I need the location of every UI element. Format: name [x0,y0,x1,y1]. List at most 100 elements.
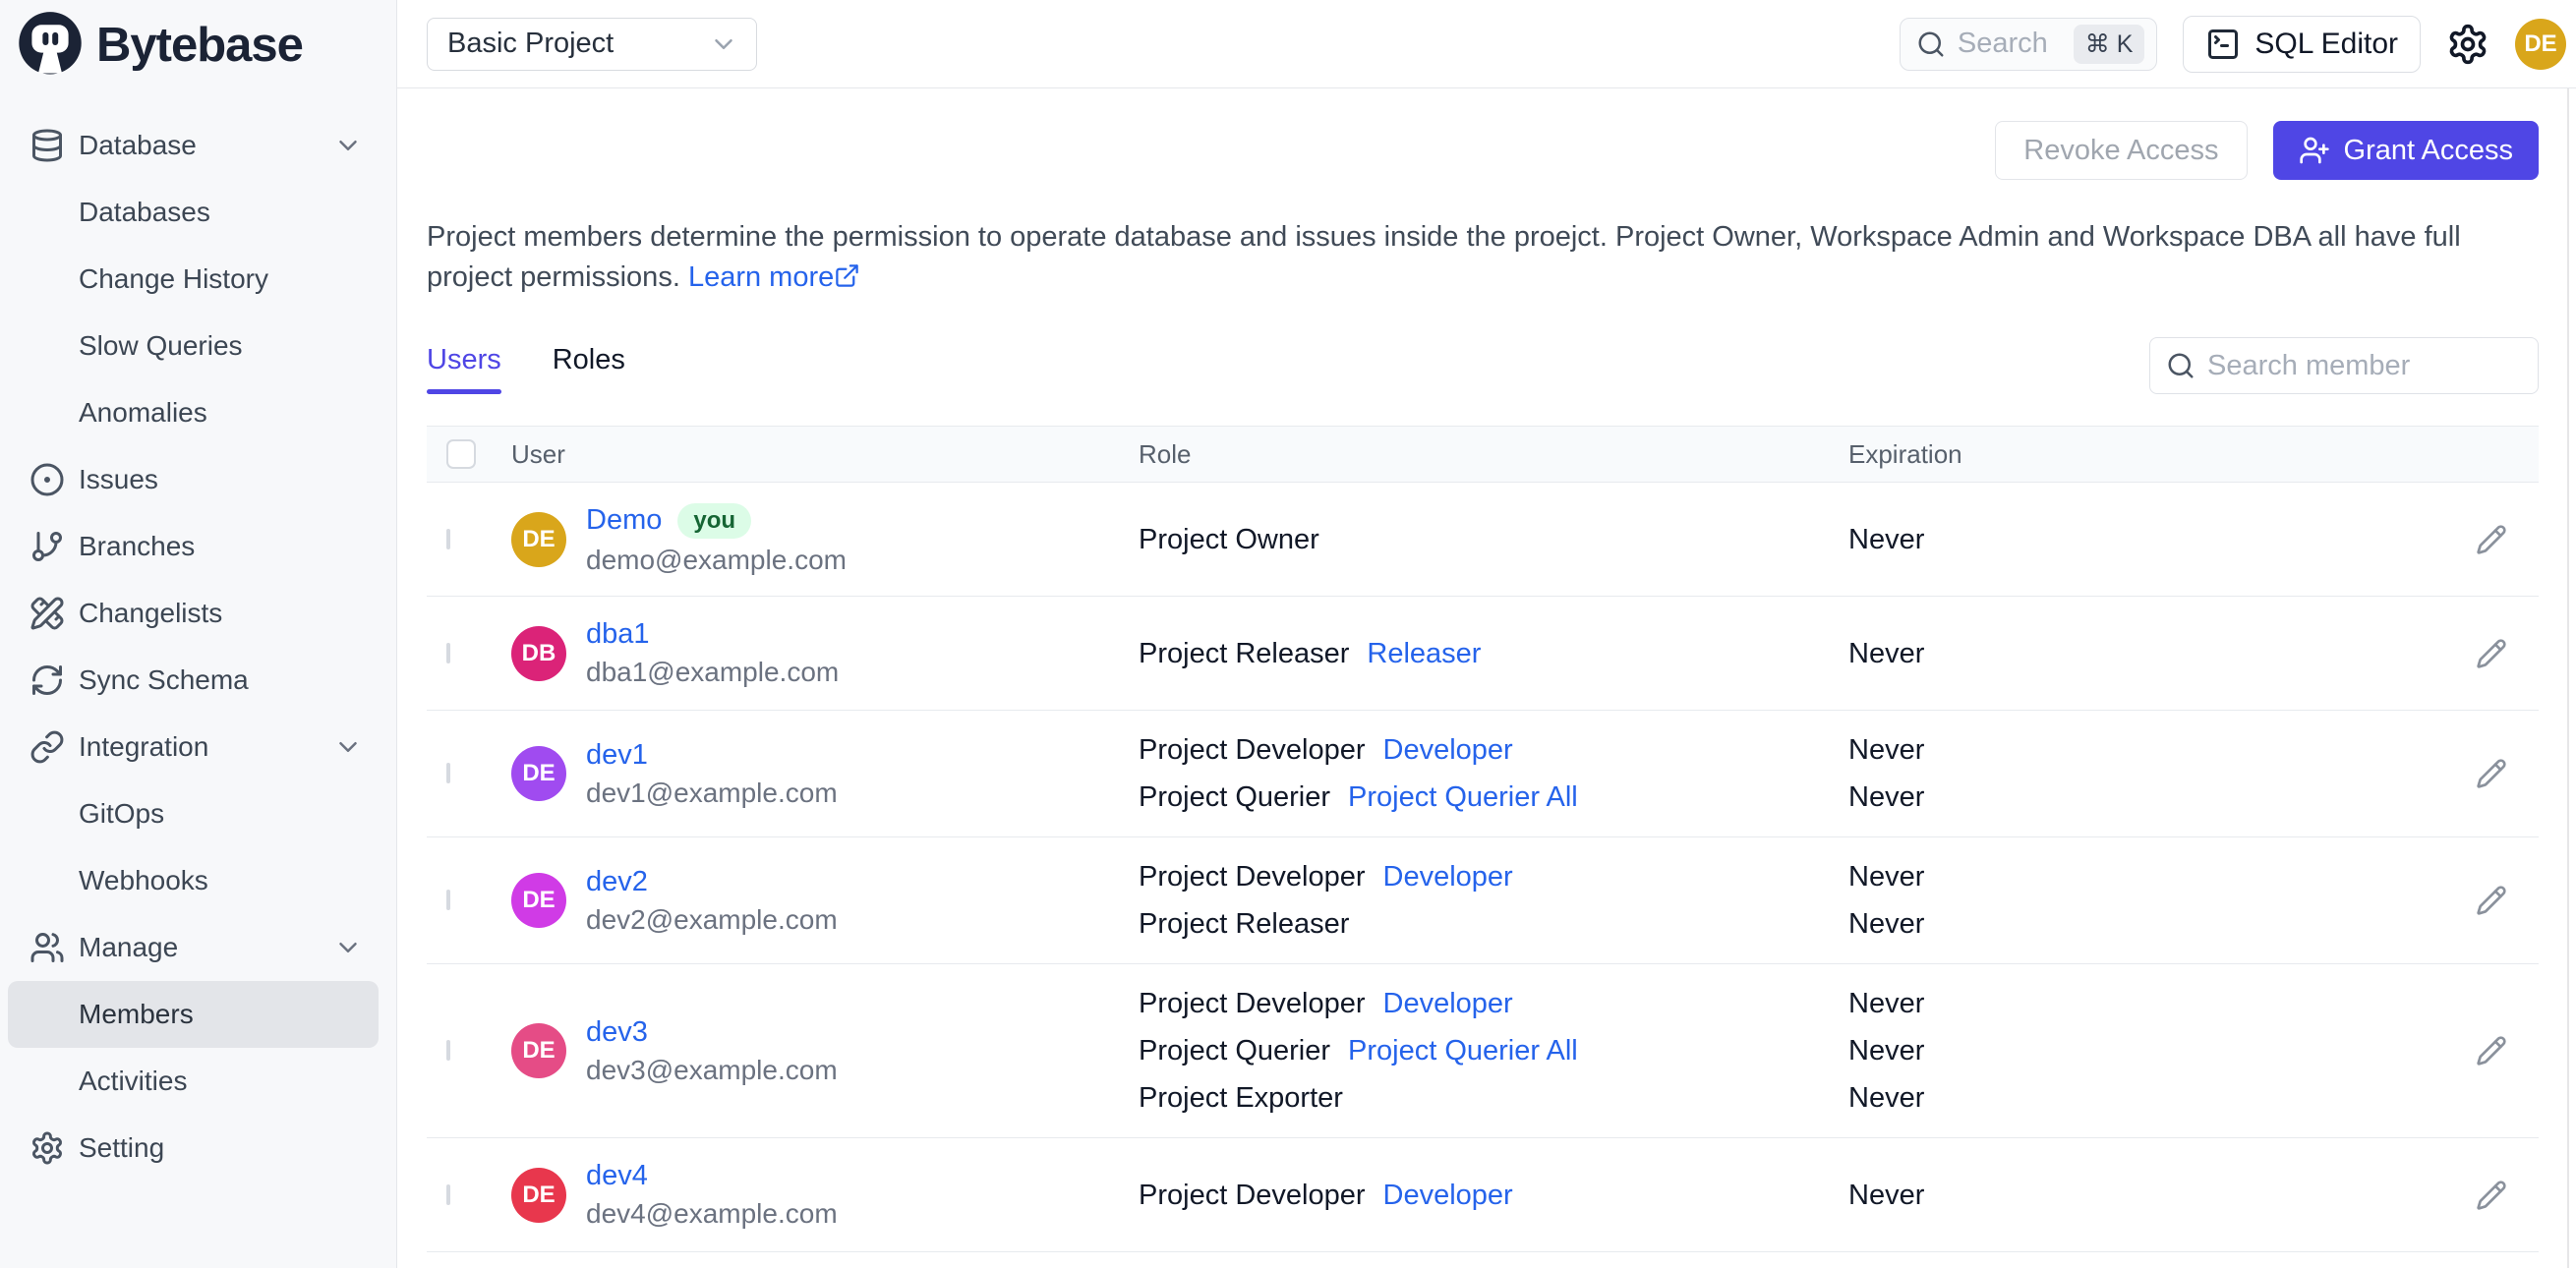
expiration-value: Never [1848,1035,1925,1066]
sql-editor-button[interactable]: SQL Editor [2183,15,2421,73]
expiration-value: Never [1848,637,1925,669]
page-description: Project members determine the permission… [427,217,2539,298]
members-page: Revoke Access Grant Access Project membe… [397,88,2576,1268]
chevron-down-icon [339,742,357,752]
table-row: DE dev2 dev2@example.com Project Developer D… [427,837,2539,964]
role-name: Project Developer [1139,861,1366,893]
expiration-value: Never [1848,1179,1925,1211]
database-icon [32,129,62,162]
row-checkbox[interactable] [446,642,450,663]
sidebar-item-members[interactable]: Members [8,981,379,1048]
sidebar-item-activities[interactable]: Activities [0,1048,396,1115]
sidebar-item-label: Changelists [79,598,223,628]
member-name-link[interactable]: dev3 [586,1016,648,1049]
pencil-ruler-icon [30,597,64,630]
you-badge: you [677,502,752,539]
tab-users[interactable]: Users [427,344,501,394]
sidebar-item-slow-queries[interactable]: Slow Queries [0,313,396,379]
member-search-input[interactable]: Search member [2149,337,2539,394]
edit-member-icon[interactable] [2476,1035,2507,1066]
circle-dot-icon [30,463,64,496]
member-name-link[interactable]: dev2 [586,866,648,898]
sidebar-item-label: Database [79,130,197,160]
member-email: dev4@example.com [586,1198,838,1229]
select-all-checkbox[interactable] [446,439,476,469]
member-name-link[interactable]: dba1 [586,618,650,651]
role-link[interactable]: Developer [1383,853,1513,900]
topbar-right: Search ⌘ K SQL Editor DE [1899,15,2566,73]
expiration-value: Never [1848,908,1925,940]
role-name: Project Owner [1139,523,1319,555]
revoke-access-button[interactable]: Revoke Access [1995,121,2248,180]
sidebar-item-databases[interactable]: Databases [0,179,396,246]
sidebar-item-manage[interactable]: Manage [0,914,396,981]
expiration-value: Never [1848,861,1925,893]
row-checkbox[interactable] [446,528,450,549]
row-checkbox[interactable] [446,763,450,783]
role-link[interactable]: Releaser [1367,630,1481,677]
sidebar-item-label: Integration [79,731,209,762]
global-search-input[interactable]: Search ⌘ K [1899,17,2158,71]
sidebar-item-label: Branches [79,531,196,561]
edit-member-icon[interactable] [2476,524,2507,555]
table-header: User Role Expiration [427,426,2539,483]
member-name-link[interactable]: dev4 [586,1160,648,1192]
sidebar-item-change-history[interactable]: Change History [0,246,396,313]
table-row: DE dev1 dev1@example.com Project Developer D… [427,711,2539,837]
sidebar-item-changelists[interactable]: Changelists [0,580,396,647]
role-name: Project Releaser [1139,637,1350,669]
sidebar-item-branches[interactable]: Branches [0,513,396,580]
project-selector[interactable]: Basic Project [427,17,757,71]
grant-access-label: Grant Access [2343,134,2513,166]
column-header-role: Role [1139,438,1192,469]
edit-member-icon[interactable] [2476,638,2507,669]
scrollbar[interactable] [2567,88,2569,1268]
sidebar-item-label: Activities [79,1066,188,1096]
settings-gear-icon[interactable] [2446,23,2489,66]
table-body: DE Demo you demo@example.com Project Owner Ne… [427,483,2539,1252]
link-icon [30,730,64,764]
row-checkbox[interactable] [446,1183,450,1205]
user-avatar[interactable]: DE [2515,18,2566,70]
sidebar-item-label: Manage [79,932,179,962]
sidebar-item-anomalies[interactable]: Anomalies [0,379,396,446]
sidebar-item-label: Change History [79,263,268,294]
user-plus-icon [2299,137,2329,164]
row-checkbox[interactable] [446,1040,450,1061]
tab-roles[interactable]: Roles [553,344,625,394]
sidebar-item-webhooks[interactable]: Webhooks [0,847,396,914]
expiration-value: Never [1848,523,1925,555]
edit-member-icon[interactable] [2476,885,2507,916]
brand-logo[interactable]: Bytebase [0,0,396,90]
avatar: DE [511,873,566,928]
grant-access-button[interactable]: Grant Access [2272,121,2539,180]
sidebar-item-setting[interactable]: Setting [0,1115,396,1182]
role-link[interactable]: Project Querier All [1348,774,1578,821]
sidebar-item-database[interactable]: Database [0,112,396,179]
avatar: DE [511,1023,566,1078]
role-name: Project Querier [1139,781,1331,813]
sidebar-item-integration[interactable]: Integration [0,714,396,780]
sidebar-item-label: Sync Schema [79,664,249,695]
users-icon [30,933,64,962]
role-name: Project Developer [1139,1179,1366,1211]
row-checkbox[interactable] [446,890,450,910]
members-table: User Role Expiration DE Demo you demo@examp… [427,426,2539,1252]
sidebar-item-label: Slow Queries [79,330,243,361]
sidebar-item-issues[interactable]: Issues [0,446,396,513]
sidebar-item-sync-schema[interactable]: Sync Schema [0,647,396,714]
learn-more-link[interactable]: Learn more [688,261,860,293]
member-name-link[interactable]: Demo [586,504,662,537]
role-link[interactable]: Developer [1383,726,1513,774]
sidebar-item-gitops[interactable]: GitOps [0,780,396,847]
brand-name: Bytebase [96,19,304,72]
edit-member-icon[interactable] [2476,1180,2507,1211]
topbar: Basic Project Search ⌘ K SQL Editor DE [397,0,2576,88]
edit-member-icon[interactable] [2476,758,2507,789]
role-link[interactable]: Project Querier All [1348,1027,1578,1074]
member-name-link[interactable]: dev1 [586,739,648,772]
tab-label: Roles [552,344,625,375]
role-link[interactable]: Developer [1383,980,1513,1027]
role-link[interactable]: Developer [1383,1172,1513,1219]
avatar: DE [511,511,566,567]
